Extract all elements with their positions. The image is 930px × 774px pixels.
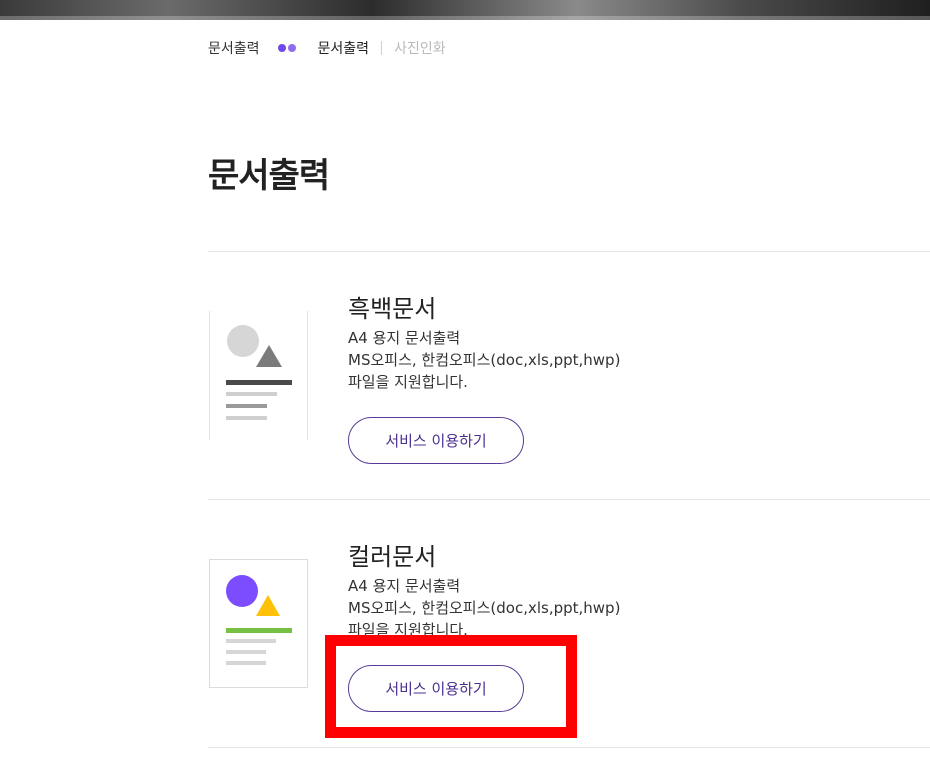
breadcrumb-current[interactable]: 문서출력 [318,38,370,58]
divider [208,251,930,252]
hero-banner-strip [0,0,930,20]
breadcrumb-separator-icon [277,44,296,52]
card-desc-line: A4 용지 문서출력 [348,577,461,595]
card-desc-line: MS오피스, 한컴오피스(doc,xls,ppt,hwp) [348,599,621,617]
card-desc-line: 파일을 지원합니다. [348,373,468,391]
divider [208,747,930,748]
breadcrumb-root[interactable]: 문서출력 [208,38,260,58]
card-desc-line: MS오피스, 한컴오피스(doc,xls,ppt,hwp) [348,351,621,369]
service-button-color[interactable]: 서비스 이용하기 [348,665,524,712]
card-title-bw: 흑백문서 [348,295,437,323]
divider [208,499,930,500]
document-color-icon [209,559,308,688]
service-button-bw[interactable]: 서비스 이용하기 [348,417,524,464]
page-title: 문서출력 [208,156,330,196]
card-desc-bw: A4 용지 문서출력 MS오피스, 한컴오피스(doc,xls,ppt,hwp)… [348,327,620,393]
breadcrumb-sibling-link[interactable]: 사진인화 [394,38,446,58]
card-desc-color: A4 용지 문서출력 MS오피스, 한컴오피스(doc,xls,ppt,hwp)… [348,575,620,641]
document-bw-icon [209,311,308,440]
breadcrumb-divider [381,41,383,55]
breadcrumb: 문서출력 문서출력 사진인화 [208,38,446,58]
card-desc-line: A4 용지 문서출력 [348,329,461,347]
card-title-color: 컬러문서 [348,543,437,571]
card-desc-line: 파일을 지원합니다. [348,621,468,639]
